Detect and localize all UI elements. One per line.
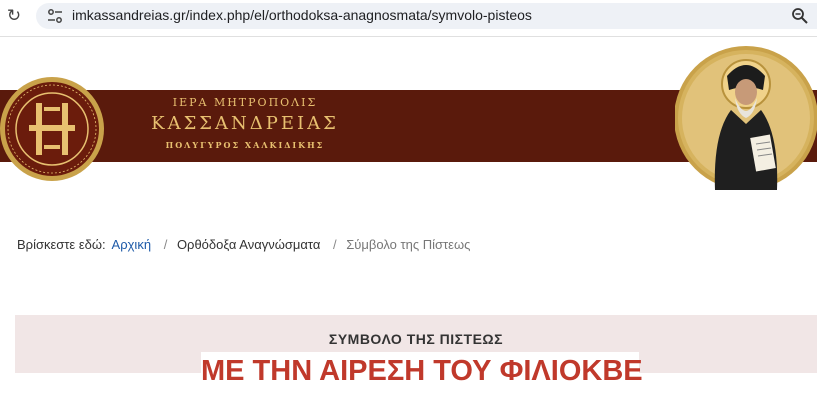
metropolis-seal-logo[interactable] <box>0 73 104 185</box>
breadcrumb: Βρίσκεστε εδώ: Αρχική / Ορθόδοξα Αναγνώσ… <box>17 237 473 252</box>
zoom-icon[interactable] <box>791 7 809 25</box>
article-headline-box: ΜΕ ΤΗΝ ΑΙΡΕΣΗ ΤΟΥ ΦΙΛΙΟΚΒΕ <box>201 352 643 397</box>
breadcrumb-prefix: Βρίσκεστε εδώ: <box>17 237 106 252</box>
breadcrumb-section-link[interactable]: Ορθόδοξα Αναγνώσματα <box>177 237 320 252</box>
breadcrumb-home-link[interactable]: Αρχική <box>112 237 152 252</box>
toolbar-divider <box>0 36 817 37</box>
title-line-3: ΠΟΛΥΓΥΡΟΣ ΧΑΛΚΙΔΙΚΗΣ <box>165 140 325 150</box>
tune-icon[interactable] <box>47 8 63 24</box>
url-text[interactable]: imkassandreias.gr/index.php/el/orthodoks… <box>72 7 532 23</box>
address-bar[interactable]: imkassandreias.gr/index.php/el/orthodoks… <box>36 3 817 29</box>
breadcrumb-current: Σύμβολο της Πίστεως <box>346 237 471 252</box>
title-line-2: ΚΑΣΣΑΝΔΡΕΙΑΣ <box>151 113 339 134</box>
reload-icon[interactable]: ↻ <box>4 6 24 26</box>
article-headline: ΜΕ ΤΗΝ ΑΙΡΕΣΗ ΤΟΥ ΦΙΛΙΟΚΒΕ <box>201 355 643 387</box>
browser-toolbar: ↻ imkassandreias.gr/index.php/el/orthodo… <box>0 0 817 32</box>
breadcrumb-separator: / <box>332 237 337 252</box>
article-kicker: ΣΥΜΒΟΛΟ ΤΗΣ ΠΙΣΤΕΩΣ <box>328 331 504 347</box>
breadcrumb-separator: / <box>163 237 168 252</box>
saint-icon-image <box>675 46 817 190</box>
title-line-1: ΙΕΡΑ ΜΗΤΡΟΠΟΛΙΣ <box>172 96 318 109</box>
